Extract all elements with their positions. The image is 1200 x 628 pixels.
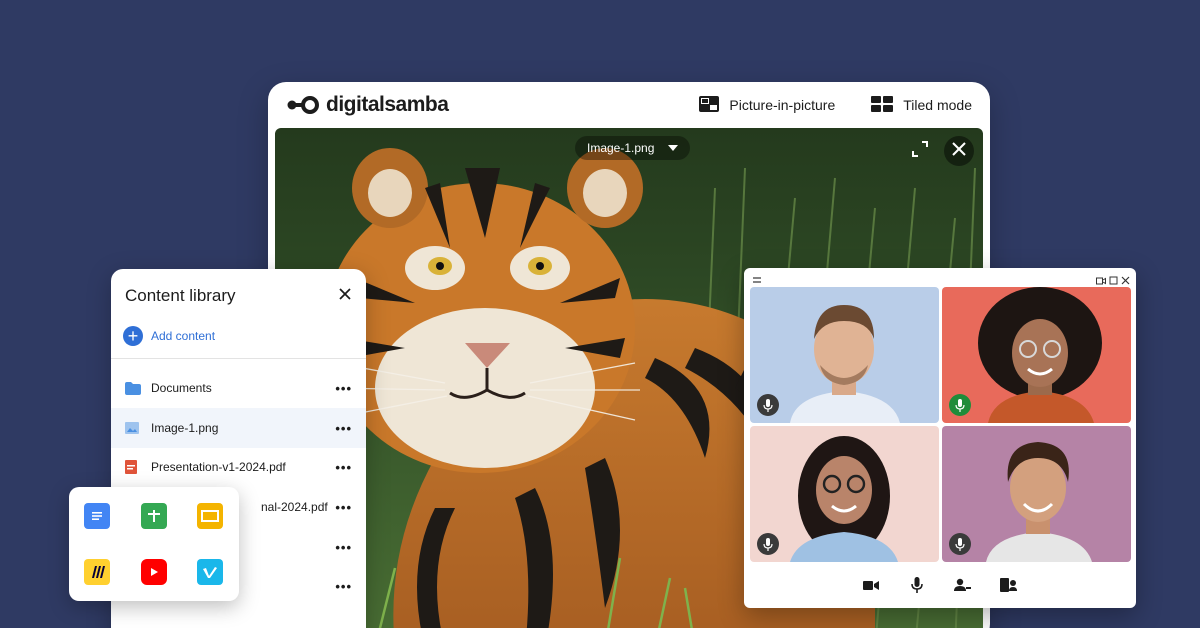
participants-icon[interactable]: [953, 575, 973, 595]
mic-muted-icon[interactable]: [757, 533, 779, 555]
microphone-icon[interactable]: [907, 575, 927, 595]
share-screen-icon[interactable]: [999, 575, 1019, 595]
list-item-label: nal-2024.pdf: [261, 500, 328, 514]
list-item[interactable]: Documents •••: [111, 368, 366, 408]
picture-in-picture-button[interactable]: Picture-in-picture: [699, 95, 836, 115]
folder-icon: [125, 381, 141, 395]
list-item[interactable]: Presentation-v1-2024.pdf •••: [111, 447, 366, 487]
miro-icon[interactable]: [84, 559, 110, 585]
close-icon: [336, 288, 354, 307]
add-content-label: Add content: [151, 329, 216, 343]
plus-icon: +: [123, 326, 143, 346]
pdf-icon: [125, 460, 141, 474]
youtube-icon[interactable]: [141, 559, 167, 585]
list-item-label: Presentation-v1-2024.pdf: [151, 460, 286, 474]
picture-in-picture-icon: [699, 95, 720, 115]
participant-tile[interactable]: [942, 287, 1131, 423]
brand-name: digitalsamba: [326, 93, 449, 116]
call-controls: [744, 562, 1136, 608]
more-options-icon[interactable]: •••: [335, 460, 352, 475]
image-icon: [125, 421, 141, 435]
chevron-down-icon: [668, 145, 679, 151]
content-library-title: Content library: [125, 286, 236, 305]
add-content-button[interactable]: + Add content: [123, 326, 215, 346]
participant-tile[interactable]: [942, 426, 1131, 562]
logo-mark-icon: [286, 94, 320, 116]
call-topbar: [744, 268, 1136, 286]
file-selector[interactable]: Image-1.png: [575, 136, 691, 160]
list-item-label: Image-1.png: [151, 421, 219, 435]
integrations-card: [69, 487, 239, 601]
mic-muted-icon[interactable]: [949, 533, 971, 555]
more-options-icon[interactable]: •••: [335, 421, 352, 436]
picture-in-picture-label: Picture-in-picture: [729, 97, 836, 113]
close-stage-button[interactable]: [944, 136, 974, 166]
participant-tile[interactable]: [750, 426, 939, 562]
list-item-label: Documents: [151, 381, 212, 395]
more-options-icon[interactable]: •••: [335, 381, 352, 396]
more-options-icon[interactable]: •••: [335, 540, 352, 555]
close-icon: [952, 141, 966, 161]
google-docs-icon[interactable]: [84, 503, 110, 529]
list-item[interactable]: Image-1.png •••: [111, 408, 366, 448]
video-call-window: [744, 268, 1136, 608]
more-options-icon[interactable]: •••: [335, 500, 352, 515]
participant-tile[interactable]: [750, 287, 939, 423]
brand-logo: digitalsamba: [286, 93, 449, 117]
more-options-icon[interactable]: •••: [335, 579, 352, 594]
camera-icon[interactable]: [861, 575, 881, 595]
tiled-mode-label: Tiled mode: [903, 97, 972, 113]
google-sheets-icon[interactable]: [141, 503, 167, 529]
vimeo-icon[interactable]: [197, 559, 223, 585]
fullscreen-button[interactable]: [905, 136, 935, 166]
close-library-button[interactable]: [336, 285, 354, 303]
mic-muted-icon[interactable]: [757, 394, 779, 416]
app-header: digitalsamba Picture-in-picture Tiled mo…: [268, 82, 990, 128]
tiled-mode-button[interactable]: Tiled mode: [871, 95, 972, 115]
tiled-mode-icon: [871, 95, 894, 115]
mic-active-icon[interactable]: [949, 394, 971, 416]
file-selector-label: Image-1.png: [587, 141, 655, 155]
fullscreen-icon: [911, 140, 929, 163]
divider: [111, 358, 366, 359]
google-slides-icon[interactable]: [197, 503, 223, 529]
